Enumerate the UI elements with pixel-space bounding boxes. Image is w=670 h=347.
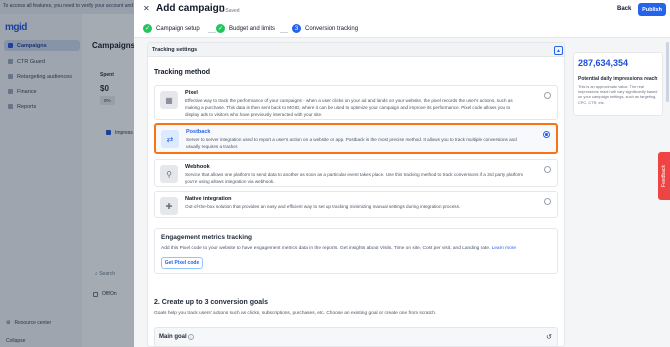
chevron-up-icon: ▲ (556, 47, 561, 54)
option-description: Out-of-the-box solution that provides an… (185, 204, 461, 209)
tracking-settings-panel: Tracking settings ▲ Tracking method ▦ Pi… (147, 42, 565, 347)
main-goal-row[interactable]: Main goal i ↺ (154, 327, 558, 346)
option-postback[interactable]: ⇄ Postback Server to server integration … (154, 123, 558, 154)
reach-description: This is an approximate value. The real i… (578, 84, 658, 105)
radio-webhook[interactable] (544, 166, 551, 173)
feedback-tab[interactable]: Feedback (658, 152, 670, 200)
info-icon[interactable]: i (188, 334, 194, 340)
conversion-goals-title: 2. Create up to 3 conversion goals (154, 299, 268, 306)
radio-postback[interactable] (543, 131, 550, 138)
option-native-integration[interactable]: ✚ Native integration Out-of-the-box solu… (154, 191, 558, 218)
panel-title: Tracking settings (152, 47, 198, 53)
engagement-description: Add this Pixel code to your website to h… (161, 246, 517, 251)
reach-card: 287,634,354 Potential daily impressions … (573, 52, 663, 116)
check-icon: ✓ (143, 24, 152, 33)
drawer-title: Add campaign (156, 3, 225, 14)
publish-button[interactable]: Publish (638, 3, 666, 16)
option-webhook[interactable]: ⚲ Webhook Service that allows one platfo… (154, 159, 558, 187)
step-separator (280, 32, 288, 33)
option-description: Server to server integration used to rep… (186, 137, 517, 150)
postback-icon: ⇄ (161, 130, 179, 148)
step-conversion-tracking[interactable]: 3 Conversion tracking (292, 24, 358, 33)
option-name: Webhook (185, 164, 210, 170)
get-pixel-code-button[interactable]: Get Pixel code (161, 257, 203, 269)
radio-pixel[interactable] (544, 92, 551, 99)
option-name: Native integration (185, 196, 232, 202)
conversion-goals-description: Goals help you track users' actions such… (154, 311, 437, 316)
radio-native-integration[interactable] (544, 198, 551, 205)
option-pixel[interactable]: ▦ Pixel Effective way to track the perfo… (154, 85, 558, 120)
modal-overlay[interactable] (0, 0, 134, 347)
option-description: Effective way to track the performance o… (185, 98, 513, 118)
close-icon[interactable]: ✕ (143, 4, 150, 13)
reset-icon[interactable]: ↺ (546, 333, 552, 341)
reach-title: Potential daily impressions reach (578, 76, 658, 82)
webhook-icon: ⚲ (160, 165, 178, 183)
panel-header: Tracking settings ▲ (148, 43, 564, 57)
saved-status: ☁ Saved (219, 8, 240, 14)
reach-value: 287,634,354 (578, 58, 629, 68)
step-number: 3 (292, 24, 301, 33)
step-campaign-setup[interactable]: ✓ Campaign setup (143, 24, 200, 33)
add-campaign-drawer: ✕ Add campaign ☁ Saved Back Publish ✓ Ca… (134, 0, 670, 347)
option-name: Postback (186, 129, 211, 135)
engagement-title: Engagement metrics tracking (161, 234, 253, 241)
learn-more-link[interactable]: Learn more (492, 246, 517, 251)
drawer-header: ✕ Add campaign ☁ Saved Back Publish (134, 0, 670, 20)
tracking-method-title: Tracking method (154, 69, 211, 76)
puzzle-icon: ✚ (160, 197, 178, 215)
back-button[interactable]: Back (617, 6, 631, 12)
main-goal-label: Main goal (159, 334, 187, 340)
step-separator (208, 32, 216, 33)
check-icon: ✓ (216, 24, 225, 33)
stepper: ✓ Campaign setup ✓ Budget and limits 3 C… (134, 20, 670, 38)
pixel-icon: ▦ (160, 91, 178, 109)
step-budget-limits[interactable]: ✓ Budget and limits (216, 24, 275, 33)
collapse-button[interactable]: ▲ (554, 46, 563, 55)
option-description: Service that allows one platform to send… (185, 172, 524, 185)
option-name: Pixel (185, 90, 198, 96)
engagement-metrics-card: Engagement metrics tracking Add this Pix… (154, 228, 558, 274)
scrollbar[interactable] (666, 42, 669, 102)
